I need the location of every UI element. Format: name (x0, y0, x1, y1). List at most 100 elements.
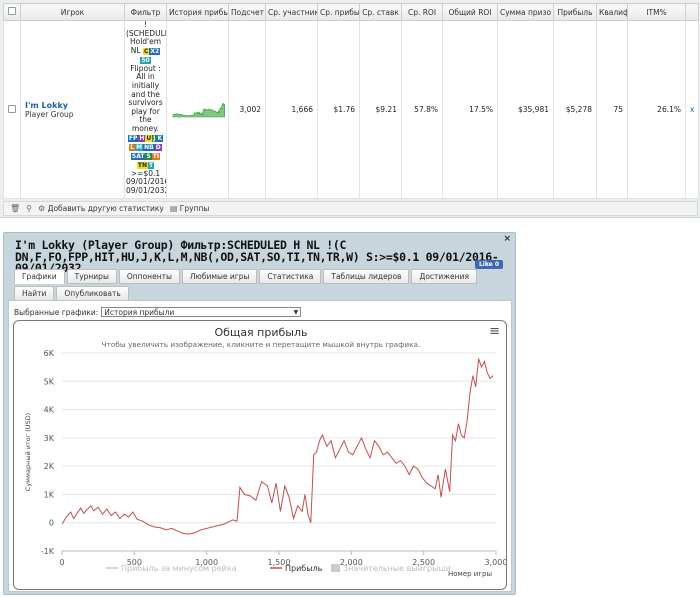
filter-line: 09/01/2032 (126, 185, 167, 195)
col-profit[interactable]: Прибыль (553, 3, 597, 21)
settings-icon: ⚙ (38, 204, 46, 213)
total-roi-cell: 17.5% (442, 20, 498, 199)
y-tick-label: 5K (44, 377, 55, 386)
col-filter[interactable]: Фильтр (124, 3, 167, 21)
stats-toolbar: 🗑 ⚲ ⚙ Добавить другую статистику ▤ Групп… (3, 201, 698, 216)
avg-entrants-cell: 1,666 (265, 20, 318, 199)
col-qualified[interactable]: Квалиф (596, 3, 628, 21)
col-player[interactable]: Игрок (20, 3, 125, 21)
chart-subtitle: Чтобы увеличить изображение, кликните и … (102, 340, 421, 349)
filter-tag: SAT (130, 152, 146, 160)
filter-tag: M (135, 143, 144, 151)
chart-select-row: Выбранные графики: История прибыли ▼ (14, 307, 302, 317)
filter-tag: TN (136, 161, 149, 169)
col-avg-roi[interactable]: Ср. ROI (401, 3, 443, 21)
profit-sparkline-cell[interactable] (166, 20, 229, 199)
y-tick-label: 0 (49, 519, 54, 528)
filter-description: Flipout : All in initially and the survi… (128, 63, 163, 133)
itm-cell: 26.1% (627, 20, 686, 199)
chart-select[interactable]: История прибыли ▼ (101, 307, 302, 317)
row-checkbox[interactable] (3, 20, 21, 199)
profit-cell: $5,278 (553, 20, 597, 199)
profit-series-line (61, 358, 494, 535)
filter-line: NL (130, 45, 141, 55)
prize-sum-cell: $35,981 (497, 20, 554, 199)
col-profit-history[interactable]: История прибы (166, 3, 229, 21)
y-tick-label: -1K (41, 547, 55, 556)
x-tick-label: 3,000 (485, 558, 507, 567)
tab-favorite-games[interactable]: Любимые игры (181, 269, 258, 284)
stats-table: Игрок Фильтр История прибы Подсчет Ср. у… (3, 3, 699, 199)
y-axis-label: Суммарный итог (USD) (24, 413, 32, 491)
tab-charts[interactable]: Графики (14, 269, 65, 284)
filter-cell: ! (SCHEDULE Hold'em NL C X2 50 Flipout : … (124, 20, 167, 199)
filter-tag: X2 (149, 47, 161, 55)
player-panel: × I'm Lokky (Player Group) Фильтр:SCHEDU… (3, 232, 516, 595)
avg-roi-cell: 57.8% (401, 20, 443, 199)
filter-tag: U (145, 134, 153, 142)
tab-leaderboards[interactable]: Таблицы лидеров (323, 269, 410, 284)
tab-tournaments[interactable]: Турниры (66, 269, 117, 284)
col-actions (685, 3, 699, 21)
chart-title: Общая прибыль (215, 326, 308, 339)
legend-marker-big-wins (331, 564, 340, 572)
col-avg-entrants[interactable]: Ср. участник (265, 3, 318, 21)
tab-opponents[interactable]: Оппоненты (118, 269, 180, 284)
tab-statistics[interactable]: Статистика (259, 269, 322, 284)
stats-header-row: Игрок Фильтр История прибы Подсчет Ср. у… (3, 3, 699, 21)
filter-tag: TI (151, 152, 161, 160)
legend-item-big-wins: Значительные выигрыши (343, 564, 451, 573)
legend-item-rake: Прибыль за минусом рейка (121, 564, 237, 573)
player-name-link[interactable]: I'm Lokky (25, 101, 120, 110)
charts-tab-body: Выбранные графики: История прибыли ▼ Обща… (8, 300, 512, 592)
avg-stake-cell: $9.21 (359, 20, 402, 199)
filter-tag: 50 (140, 56, 151, 64)
y-tick-label: 2K (44, 462, 55, 471)
col-avg-profit[interactable]: Ср. прибы (317, 3, 360, 21)
player-group: Player Group (25, 109, 74, 119)
remove-row-link[interactable]: x (685, 20, 699, 199)
profit-sparkline (172, 102, 226, 117)
chevron-down-icon: ▼ (293, 309, 299, 316)
count-cell: 3,002 (228, 20, 266, 199)
filter-tag: K (156, 134, 164, 142)
chart-select-value: История прибыли (104, 308, 175, 317)
col-itm[interactable]: ITM% (627, 3, 686, 21)
col-total-roi[interactable]: Общий ROI (442, 3, 498, 21)
tab-publish[interactable]: Опубликовать (56, 286, 129, 301)
calendar-icon: ▤ (169, 204, 178, 213)
filter-tag: H (138, 134, 146, 142)
y-tick-label: 3K (44, 434, 55, 443)
profit-chart[interactable]: Общая прибыль Чтобы увеличить изображение… (13, 320, 507, 590)
col-avg-stake[interactable]: Ср. ставк (359, 3, 402, 21)
menu-icon[interactable]: ≡ (489, 325, 500, 338)
panel-tabs: Графики Турниры Оппоненты Любимые игры С… (14, 269, 512, 301)
y-tick-label: 6K (44, 349, 55, 358)
avg-profit-cell: $1.76 (317, 20, 360, 199)
trash-icon[interactable]: 🗑 (10, 204, 20, 213)
x-tick-label: 0 (59, 558, 64, 567)
like-button[interactable]: Like 0 (474, 260, 503, 269)
tab-find[interactable]: Найти (14, 286, 55, 301)
groups-button[interactable]: ▤ Группы (170, 204, 209, 213)
sparkline-area (172, 102, 226, 117)
filter-tag: NB (143, 143, 155, 151)
x-axis-label: Номер игры (448, 570, 492, 578)
y-tick-label: 4K (44, 406, 55, 415)
profit-chart-svg: Общая прибыльЧтобы увеличить изображение… (24, 326, 507, 578)
filter-tag: T (148, 161, 155, 169)
select-all-checkbox[interactable] (3, 3, 21, 21)
tab-achievements[interactable]: Достижения (411, 269, 477, 284)
col-count[interactable]: Подсчет (228, 3, 266, 21)
filter-tag: FP (127, 134, 139, 142)
link-icon[interactable]: ⚲ (26, 204, 32, 213)
filter-tag: D (154, 143, 162, 151)
add-stats-button[interactable]: ⚙ Добавить другую статистику (38, 204, 164, 213)
col-prize-sum[interactable]: Сумма призо (497, 3, 554, 21)
stats-section: Игрок Фильтр История прибы Подсчет Ср. у… (0, 0, 700, 218)
table-row: I'm Lokky Player Group ! (SCHEDULE Hold'… (3, 20, 699, 199)
legend-item-profit: Прибыль (285, 564, 323, 573)
qualified-cell: 75 (596, 20, 628, 199)
y-tick-label: 1K (44, 490, 55, 499)
add-stats-label: Добавить другую статистику (47, 204, 164, 213)
